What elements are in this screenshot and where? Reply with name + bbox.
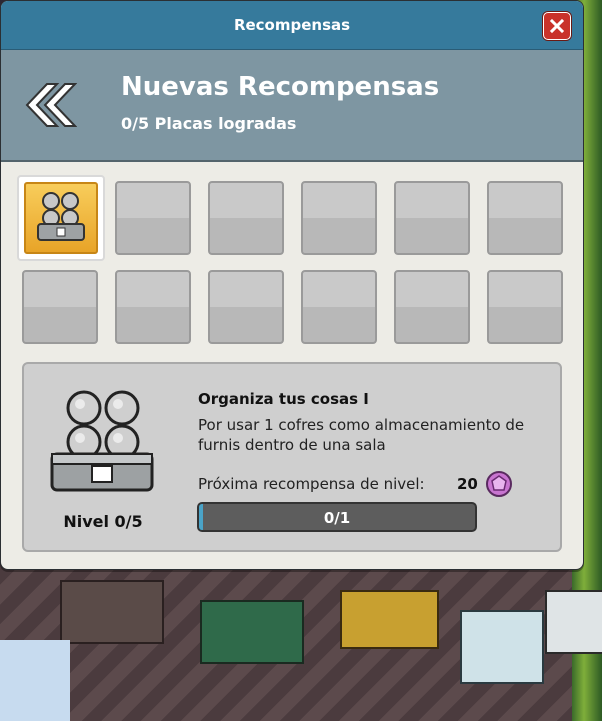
rewards-window: Recompensas Nuevas Recompensas 0/5 Placa… [0,0,584,570]
furni-chest [460,610,544,684]
progress-bar: 0/1 [197,502,477,532]
badge-slot[interactable] [394,270,470,344]
next-reward-value: 20 [457,475,478,493]
badge-slot[interactable] [301,181,377,255]
header-subtitle: 0/5 Placas logradas [121,114,297,133]
badge-slot[interactable] [394,181,470,255]
furni-pedestal-4 [545,590,602,654]
badge-slot-highlight [24,182,98,254]
badge-slot[interactable] [487,270,563,344]
window-title: Recompensas [233,16,351,34]
badge-slot[interactable] [487,181,563,255]
level-label: Nivel 0/5 [63,512,143,531]
badge-slot[interactable] [115,270,191,344]
close-icon [549,18,565,34]
achievement-title: Organiza tus cosas I [198,390,369,408]
achievement-details: Nivel 0/5 Organiza tus cosas I Por usar … [22,362,562,552]
title-bar[interactable]: Recompensas [1,1,583,50]
storage-badge-icon [37,192,85,241]
achievement-description: Por usar 1 cofres como almacenamiento de… [198,416,525,454]
furni-wings [0,640,70,721]
next-reward-label: Próxima recompensa de nivel: [198,475,425,493]
storage-badge-large-icon [50,390,154,492]
rewards-header: Nuevas Recompensas 0/5 Placas logradas [1,50,583,162]
back-button[interactable] [17,78,78,132]
badge-slot[interactable] [208,270,284,344]
badge-slot[interactable] [22,270,98,344]
badge-slot[interactable] [208,181,284,255]
purple-gem-icon [486,471,512,497]
header-title: Nuevas Recompensas [121,72,440,102]
close-button[interactable] [543,12,571,40]
badge-slot[interactable] [301,270,377,344]
double-chevron-left-icon [25,83,78,127]
furni-pedestal-3 [340,590,439,649]
progress-text: 0/1 [323,509,351,527]
badge-slot[interactable] [115,181,191,255]
furni-pedestal-1 [60,580,164,644]
badge-slot-selected[interactable] [17,175,105,261]
furni-pedestal-2 [200,600,304,664]
